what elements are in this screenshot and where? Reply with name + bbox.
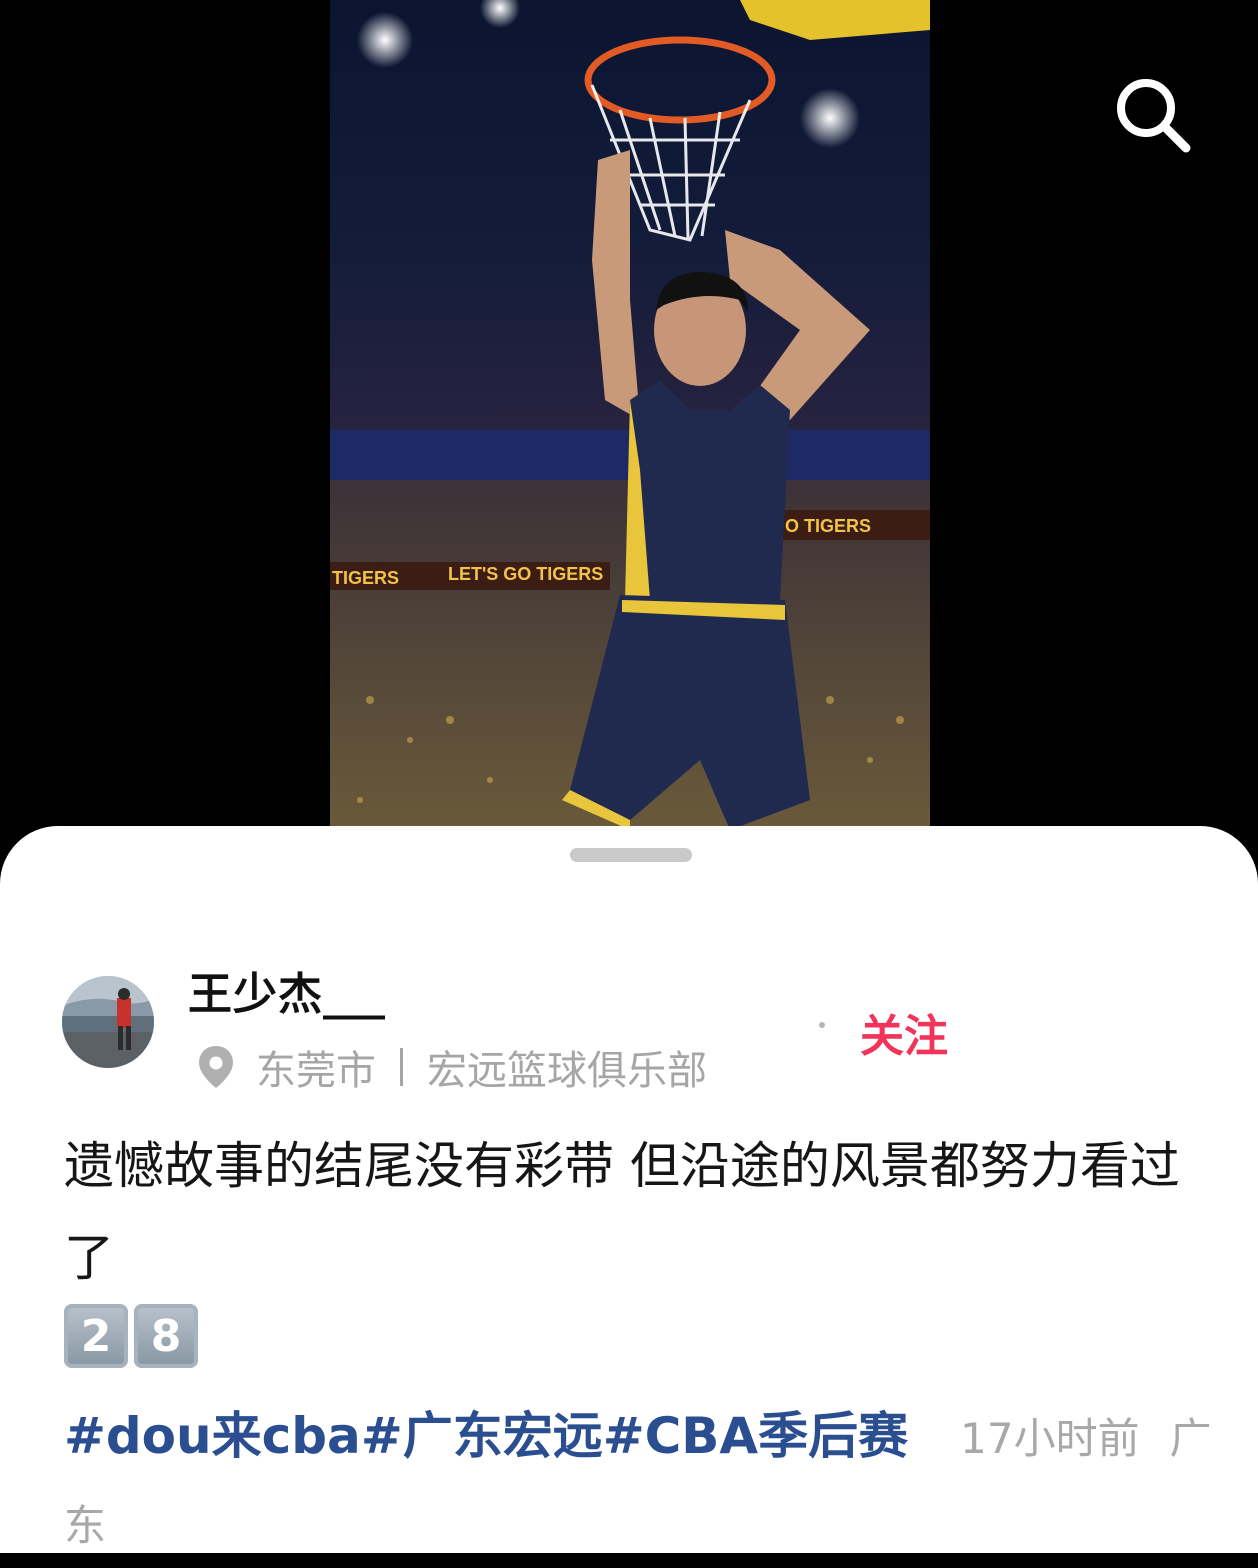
banner-center-text: LET'S GO TIGERS [448,564,603,584]
media-viewer[interactable]: TIGERS LET'S GO TIGERS O TIGERS [0,0,1258,860]
author-location[interactable]: 东莞市 宏远篮球俱乐部 [196,1038,707,1096]
author-name-text: 王少杰 [188,969,323,1020]
hashtag-link[interactable]: #dou来cba [64,1407,361,1465]
dot-separator [819,1022,825,1028]
banner-left-text: TIGERS [332,568,399,588]
follow-button[interactable]: 关注 [860,1000,948,1064]
hashtag-link[interactable]: #CBA季后赛 [603,1407,908,1465]
banner-right-text: O TIGERS [785,516,871,536]
post-time: 17小时前 [960,1414,1140,1463]
emoji-row: 2 8 [64,1304,198,1368]
search-button[interactable] [1104,66,1200,162]
hashtag-link[interactable]: #广东宏远 [361,1407,603,1465]
author-avatar[interactable] [62,976,154,1068]
post-photo[interactable]: TIGERS LET'S GO TIGERS O TIGERS [330,0,930,830]
location-city: 东莞市 [256,1048,376,1094]
sheet-drag-handle[interactable] [570,848,692,862]
post-caption: 遗憾故事的结尾没有彩带 但沿途的风景都努力看过了 [64,1137,1180,1287]
author-name-suffix: ___ [323,969,385,1020]
location-divider [400,1048,403,1086]
keycap-digit-emoji: 2 [64,1304,128,1368]
keycap-digit-emoji: 8 [134,1304,198,1368]
search-icon [1117,79,1191,153]
post-detail-sheet: 王少杰___ 东莞市 宏远篮球俱乐部 关注 遗憾故事的结尾没有彩带 但沿途的风景… [0,826,1258,1553]
location-pin-icon [199,1046,233,1088]
author-name[interactable]: 王少杰___ [188,958,385,1022]
post-meta: #dou来cba#广东宏远#CBA季后赛 17小时前 广东 [64,1394,1214,1568]
location-organization: 宏远篮球俱乐部 [427,1048,707,1094]
